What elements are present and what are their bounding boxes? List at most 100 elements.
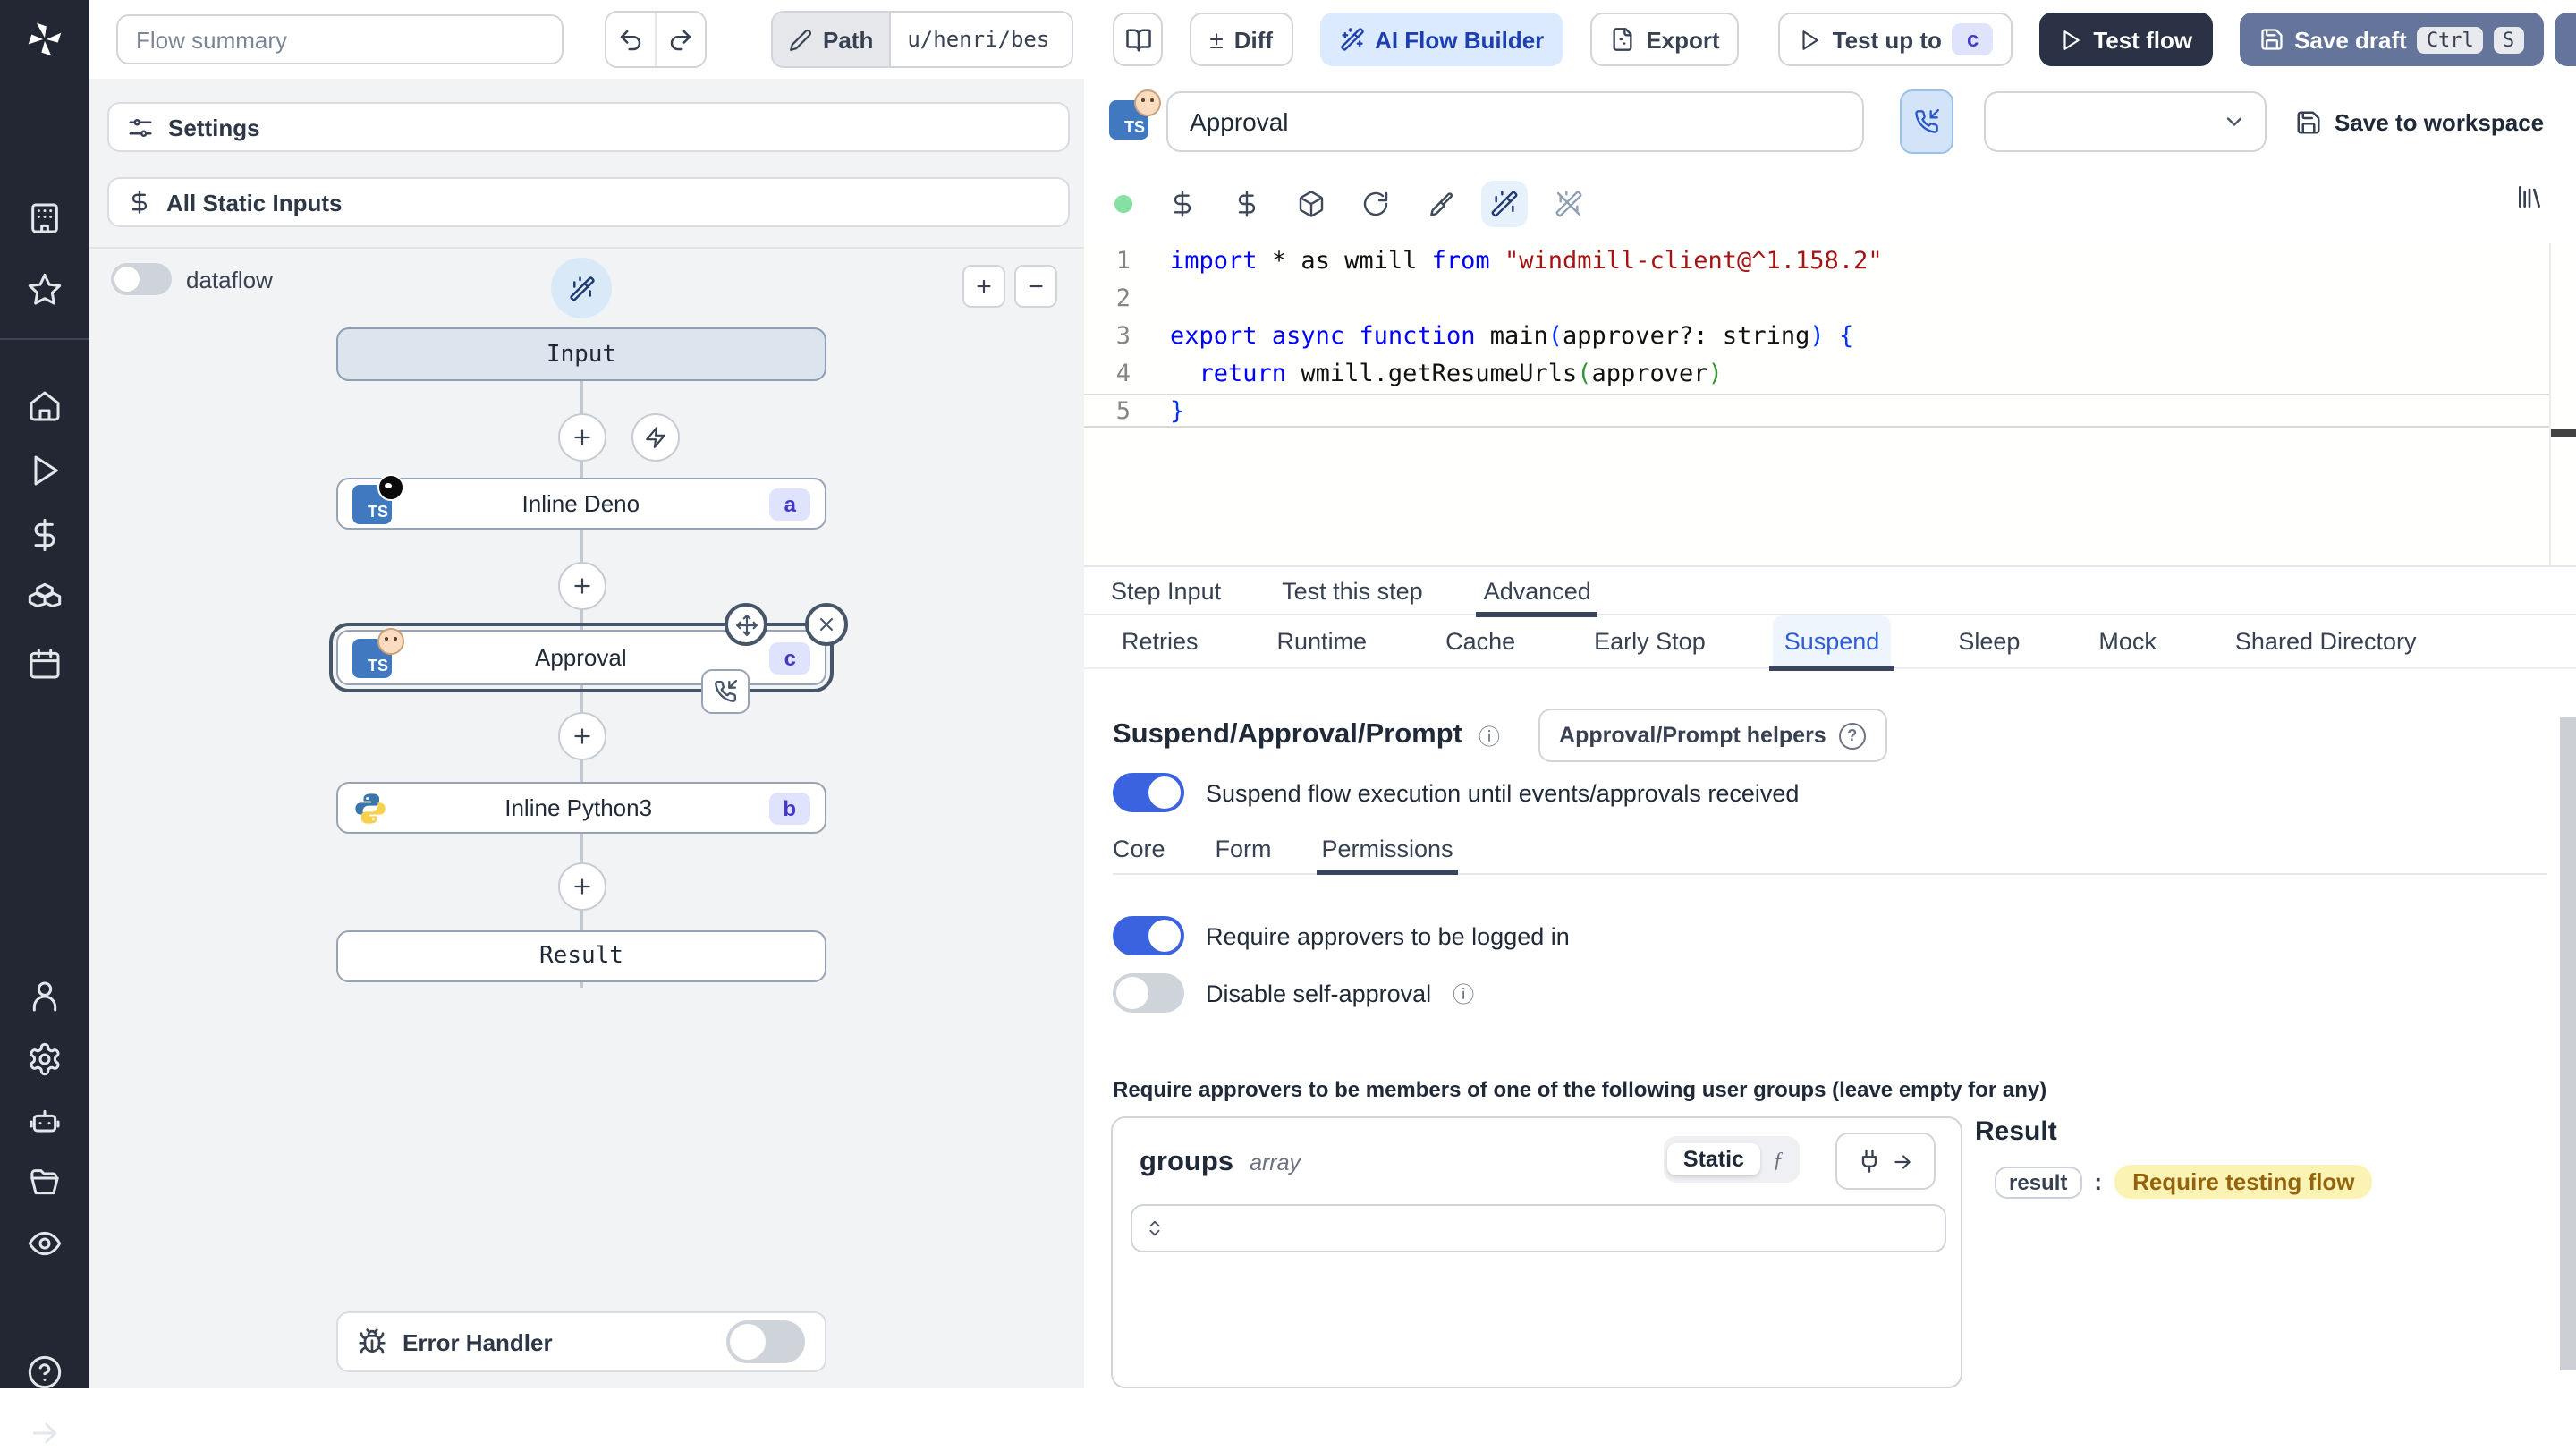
ai-gen-button[interactable] [1481,181,1528,227]
save-draft-button[interactable]: Save draft Ctrl S [2239,13,2544,66]
panel-scrollbar[interactable] [2560,717,2576,1370]
docs-button[interactable] [1113,13,1164,66]
all-static-inputs-button[interactable]: All Static Inputs [107,177,1070,227]
javascript-mode-button[interactable]: ƒ [1760,1142,1796,1176]
sidebar-item-audit-logs[interactable] [27,1226,63,1261]
sidebar-item-variables[interactable] [27,517,63,553]
insert-variable-button[interactable] [1168,190,1197,218]
tab-retries[interactable]: Retries [1111,615,1209,668]
add-trigger-button[interactable] [631,413,680,462]
groups-value-input[interactable] [1131,1204,1946,1252]
insert-resource-button[interactable] [1233,190,1261,218]
undo-button[interactable] [606,13,655,66]
dataflow-toggle[interactable] [111,263,172,295]
approval-prompt-helpers-button[interactable]: Approval/Prompt helpers ? [1538,709,1887,762]
error-handler-toggle[interactable] [726,1320,805,1363]
export-button[interactable]: Export [1590,13,1740,66]
add-step-button-3[interactable] [558,712,606,760]
zoom-in-glyph: + [976,271,992,301]
dataflow-label: dataflow [186,266,273,293]
disable-self-approval-toggle[interactable] [1113,973,1184,1013]
ai-off-button[interactable] [1555,190,1583,218]
tab-sleep[interactable]: Sleep [1947,615,2030,668]
sidebar-item-resources[interactable] [27,581,63,617]
tab-cache[interactable]: Cache [1435,615,1526,668]
result-row: result : Require testing flow [1995,1165,2547,1199]
sidebar-expand-button[interactable] [27,1415,63,1451]
ai-assist-graph-button[interactable] [551,258,612,318]
save-to-workspace-button[interactable]: Save to workspace [2295,108,2544,135]
sidebar-item-schedules[interactable] [27,646,63,682]
ai-flow-builder-button[interactable]: AI Flow Builder [1319,13,1564,66]
tab-early-stop[interactable]: Early Stop [1583,615,1716,668]
arrow-right-icon [1894,1154,1911,1168]
static-mode-button[interactable]: Static [1666,1143,1760,1175]
reload-button[interactable] [1361,190,1390,218]
connect-input-button[interactable] [1835,1133,1936,1190]
result-key-pill: result [1995,1166,2082,1198]
dollar-icon [1174,191,1191,217]
tab-suspend[interactable]: Suspend [1769,615,1894,670]
suspend-indicator-button[interactable] [1900,89,1953,154]
format-button[interactable] [1426,190,1454,218]
add-step-button-1[interactable] [558,413,606,462]
tab-shared-directory[interactable]: Shared Directory [2224,615,2428,668]
flow-settings-button[interactable]: Settings [107,102,1070,152]
sidebar-item-settings[interactable] [27,1041,63,1077]
sidebar-item-favorites[interactable] [27,272,63,308]
play-icon [34,455,58,486]
step-label: Approval [535,644,627,671]
tab-runtime[interactable]: Runtime [1267,615,1378,668]
require-login-toggle[interactable] [1113,916,1184,955]
sidebar-item-users[interactable] [27,979,63,1014]
sidebar-item-help[interactable] [27,1354,63,1390]
star-icon [28,273,62,305]
step-node-b[interactable]: Inline Python3 b [336,782,826,834]
tab-mock[interactable]: Mock [2088,615,2167,668]
sidebar-item-workers[interactable] [27,1104,63,1140]
tab-test-this-step[interactable]: Test this step [1282,565,1423,615]
subtab-core[interactable]: Core [1113,823,1165,873]
zoom-out-button[interactable]: − [1014,265,1057,308]
redo-button[interactable] [655,13,705,66]
language-select[interactable] [1984,91,2267,152]
add-step-button-4[interactable] [558,862,606,911]
test-up-to-button[interactable]: Test up to c [1778,13,2013,66]
sidebar-divider [0,338,89,340]
suspend-execution-toggle[interactable] [1113,773,1184,812]
result-value-pill[interactable]: Require testing flow [2114,1165,2373,1199]
add-step-button-2[interactable] [558,562,606,610]
step-node-a[interactable]: TS Inline Deno a [336,473,826,530]
flow-summary-input[interactable] [116,14,564,64]
undo-redo-group [605,11,707,68]
zoom-in-button[interactable]: + [962,265,1005,308]
move-step-handle[interactable] [724,603,767,646]
step-title-input[interactable] [1166,91,1864,152]
sidebar-item-home[interactable] [27,388,63,424]
path-button[interactable]: Path [773,13,890,66]
subtab-permissions[interactable]: Permissions [1316,823,1458,875]
subtab-form[interactable]: Form [1216,823,1272,873]
typescript-icon: TS [1109,89,1161,140]
delete-step-button[interactable] [805,603,848,646]
eye-icon [28,1231,62,1256]
result-node[interactable]: Result [336,930,826,982]
sidebar-item-runs[interactable] [27,453,63,488]
sidebar-item-workspace[interactable] [27,200,63,236]
app-sidebar [0,79,89,1444]
code-editor[interactable]: 1 import * as wmill from "windmill-client… [1084,243,2576,565]
library-button[interactable] [2515,182,2544,211]
windmill-logo[interactable] [0,0,89,79]
test-up-to-step-badge: c [1952,23,1994,55]
tab-advanced[interactable]: Advanced [1476,565,1598,617]
diff-button[interactable]: ± Diff [1190,13,1293,66]
package-button[interactable] [1297,190,1326,218]
test-flow-button[interactable]: Test flow [2039,13,2213,66]
path-value[interactable]: u/henri/bes [889,13,1072,66]
code-line: 1 import * as wmill from "windmill-client… [1084,243,2576,281]
deploy-button-partial[interactable] [2555,13,2576,66]
step-id-badge: b [768,792,810,824]
tab-step-input[interactable]: Step Input [1111,565,1221,615]
input-node[interactable]: Input [336,327,826,381]
sidebar-item-folders[interactable] [27,1165,63,1201]
